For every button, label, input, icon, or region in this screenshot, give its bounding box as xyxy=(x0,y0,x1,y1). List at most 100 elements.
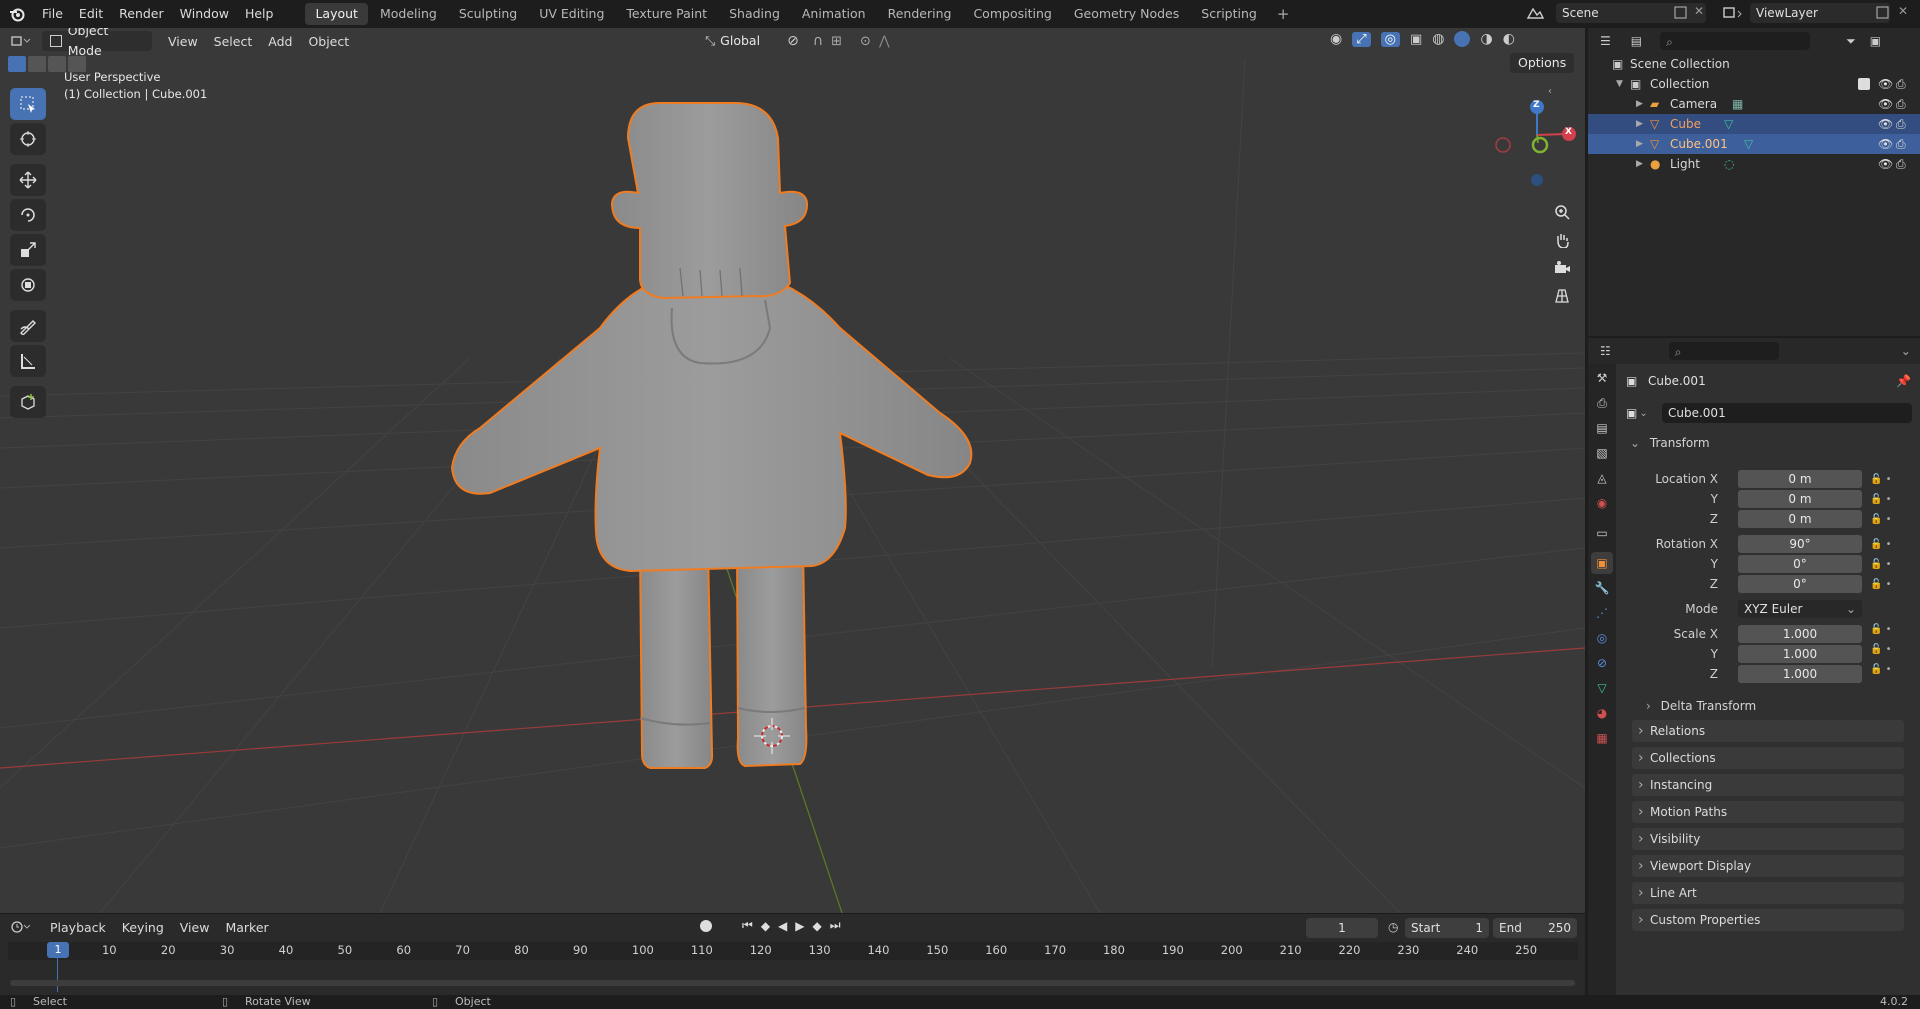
menu-add[interactable]: Add xyxy=(260,34,300,49)
tab-animation[interactable]: Animation xyxy=(792,3,876,25)
panel-custom-properties[interactable]: Custom Properties xyxy=(1632,909,1904,931)
render-tab-icon[interactable]: ⎙ xyxy=(1591,392,1613,414)
particles-tab-icon[interactable]: ⋰ xyxy=(1591,602,1613,624)
tab-rendering[interactable]: Rendering xyxy=(878,3,962,25)
next-keyframe-icon[interactable]: ◆ xyxy=(813,919,822,933)
editor-type-icon[interactable] xyxy=(0,34,42,48)
play-reverse-icon[interactable]: ◀ xyxy=(778,919,787,933)
wireframe-shading-icon[interactable]: ◍ xyxy=(1432,31,1444,47)
pan-hand-icon[interactable] xyxy=(1548,226,1576,254)
visibility-icon[interactable]: ◉ xyxy=(1330,31,1342,47)
outliner-row-scene-collection[interactable]: ▣ Scene Collection xyxy=(1588,54,1920,74)
expand-arrow-icon[interactable]: ▶ xyxy=(1636,154,1643,174)
lock-icon[interactable]: 🔓 • xyxy=(1870,660,1910,680)
options-dropdown[interactable]: Options xyxy=(1510,53,1574,73)
panel-relations[interactable]: Relations xyxy=(1632,720,1904,742)
scale-x-field[interactable]: 1.000 xyxy=(1738,625,1862,643)
add-cube-tool[interactable] xyxy=(10,386,46,418)
material-shading-icon[interactable]: ◑ xyxy=(1480,31,1492,47)
scene-icon[interactable] xyxy=(1526,3,1556,25)
hide-eye-icon[interactable]: 👁 xyxy=(1878,134,1893,154)
new-collection-icon[interactable]: ▣ xyxy=(1870,34,1881,48)
hide-eye-icon[interactable]: 👁 xyxy=(1878,154,1893,174)
menu-playback[interactable]: Playback xyxy=(42,920,114,935)
scale-z-field[interactable]: 1.000 xyxy=(1738,665,1862,683)
lock-icon[interactable]: 🔓 • xyxy=(1870,575,1910,595)
xray-icon[interactable]: ▣ xyxy=(1410,32,1422,47)
scale-tool[interactable] xyxy=(10,234,46,266)
view-layer-tab-icon[interactable]: ▧ xyxy=(1591,442,1613,464)
render-camera-icon[interactable]: ⎙ xyxy=(1896,74,1906,94)
rotation-y-field[interactable]: 0° xyxy=(1738,555,1862,573)
outliner-row-cube[interactable]: ▶ ▽ Cube ▽ 👁 ⎙ xyxy=(1588,114,1920,134)
filter-icon[interactable]: ⏷ xyxy=(1846,34,1856,49)
rotation-x-field[interactable]: 90° xyxy=(1738,535,1862,553)
menu-window[interactable]: Window xyxy=(172,0,237,28)
data-tab-icon[interactable]: ▽ xyxy=(1591,677,1613,699)
pin-icon[interactable]: 📌 xyxy=(1896,374,1911,388)
perspective-toggle-icon[interactable] xyxy=(1548,282,1576,310)
output-tab-icon[interactable]: ▤ xyxy=(1591,417,1613,439)
properties-search-input[interactable]: ⌕ xyxy=(1668,342,1779,360)
tab-texture-paint[interactable]: Texture Paint xyxy=(616,3,717,25)
menu-render[interactable]: Render xyxy=(111,0,172,28)
scene-tab-icon[interactable]: ◬ xyxy=(1591,467,1613,489)
display-mode-icon[interactable]: ▤ xyxy=(1631,34,1642,48)
timeline-editor-type-icon[interactable] xyxy=(0,920,42,934)
start-frame-field[interactable]: Start 1 xyxy=(1405,918,1489,938)
cursor-tool[interactable] xyxy=(10,123,46,155)
move-tool[interactable] xyxy=(10,164,46,196)
rendered-shading-icon[interactable]: ◐ xyxy=(1503,31,1515,47)
new-scene-icon[interactable] xyxy=(1674,6,1688,23)
panel-visibility[interactable]: Visibility xyxy=(1632,828,1904,850)
clock-icon[interactable]: ◷ xyxy=(1388,920,1398,934)
tab-shading[interactable]: Shading xyxy=(719,3,790,25)
object-browse-button[interactable]: ▣ ⌄ xyxy=(1626,403,1662,423)
transform-tool[interactable] xyxy=(10,269,46,301)
options-chevron-icon[interactable]: ⌄ xyxy=(1901,344,1911,358)
record-icon[interactable] xyxy=(700,919,712,932)
expand-arrow-icon[interactable]: ▼ xyxy=(1616,74,1623,94)
constraints-tab-icon[interactable]: ⊘ xyxy=(1591,652,1613,674)
properties-editor-type-icon[interactable]: ☷ xyxy=(1600,344,1611,358)
sidebar-toggle-icon[interactable]: ‹ xyxy=(1548,86,1552,97)
tab-uv-editing[interactable]: UV Editing xyxy=(529,3,614,25)
lock-icon[interactable]: 🔓 • xyxy=(1870,535,1910,555)
timeline-scrollbar[interactable] xyxy=(10,980,1575,986)
texture-tab-icon[interactable]: ▦ xyxy=(1591,727,1613,749)
render-camera-icon[interactable]: ⎙ xyxy=(1896,94,1906,114)
tab-sculpting[interactable]: Sculpting xyxy=(449,3,527,25)
outliner-row-collection[interactable]: ▼ ▣ Collection 👁 ⎙ xyxy=(1588,74,1920,94)
menu-file[interactable]: File xyxy=(34,0,71,28)
panel-instancing[interactable]: Instancing xyxy=(1632,774,1904,796)
navigation-gizmo[interactable]: Z X xyxy=(1490,88,1580,188)
hide-eye-icon[interactable]: 👁 xyxy=(1878,114,1893,134)
timeline-editor[interactable]: Playback Keying View Marker ⏮ ◆ ◀ ▶ ◆ ⏭ … xyxy=(0,913,1585,995)
scale-y-field[interactable]: 1.000 xyxy=(1738,645,1862,663)
outliner-row-camera[interactable]: ▶ ▰ Camera ▦ 👁 ⎙ xyxy=(1588,94,1920,114)
snap-icon[interactable]: ∩ xyxy=(813,33,823,49)
tool-tab-icon[interactable]: ⚒ xyxy=(1591,367,1613,389)
outliner-row-light[interactable]: ▶ ● Light ◌ 👁 ⎙ xyxy=(1588,154,1920,174)
expand-arrow-icon[interactable]: ▶ xyxy=(1636,94,1643,114)
object-name-field[interactable]: Cube.001 xyxy=(1662,403,1912,423)
physics-tab-icon[interactable]: ◎ xyxy=(1591,627,1613,649)
end-frame-field[interactable]: End 250 xyxy=(1493,918,1577,938)
panel-line-art[interactable]: Line Art xyxy=(1632,882,1904,904)
new-view-layer-icon[interactable] xyxy=(1876,6,1890,23)
rotation-z-field[interactable]: 0° xyxy=(1738,575,1862,593)
world-tab-icon[interactable]: ◉ xyxy=(1591,492,1613,514)
render-camera-icon[interactable]: ⎙ xyxy=(1896,134,1906,154)
overlay-toggle-icon[interactable]: ◎ xyxy=(1380,31,1400,47)
outliner-row-cube-001[interactable]: ▶ ▽ Cube.001 ▽ 👁 ⎙ xyxy=(1588,134,1920,154)
add-workspace-icon[interactable]: + xyxy=(1269,5,1298,23)
panel-collections[interactable]: Collections xyxy=(1632,747,1904,769)
pivot-icon[interactable]: ⊘ xyxy=(787,33,799,49)
3d-viewport[interactable]: Object Mode View Select Add Object ⤡ Glo… xyxy=(0,28,1585,913)
view-layer-icon[interactable] xyxy=(1722,5,1744,24)
menu-edit[interactable]: Edit xyxy=(71,0,111,28)
lock-icon[interactable]: 🔓 • xyxy=(1870,620,1910,640)
tab-modeling[interactable]: Modeling xyxy=(370,3,447,25)
location-x-field[interactable]: 0 m xyxy=(1738,470,1862,488)
render-camera-icon[interactable]: ⎙ xyxy=(1896,114,1906,134)
